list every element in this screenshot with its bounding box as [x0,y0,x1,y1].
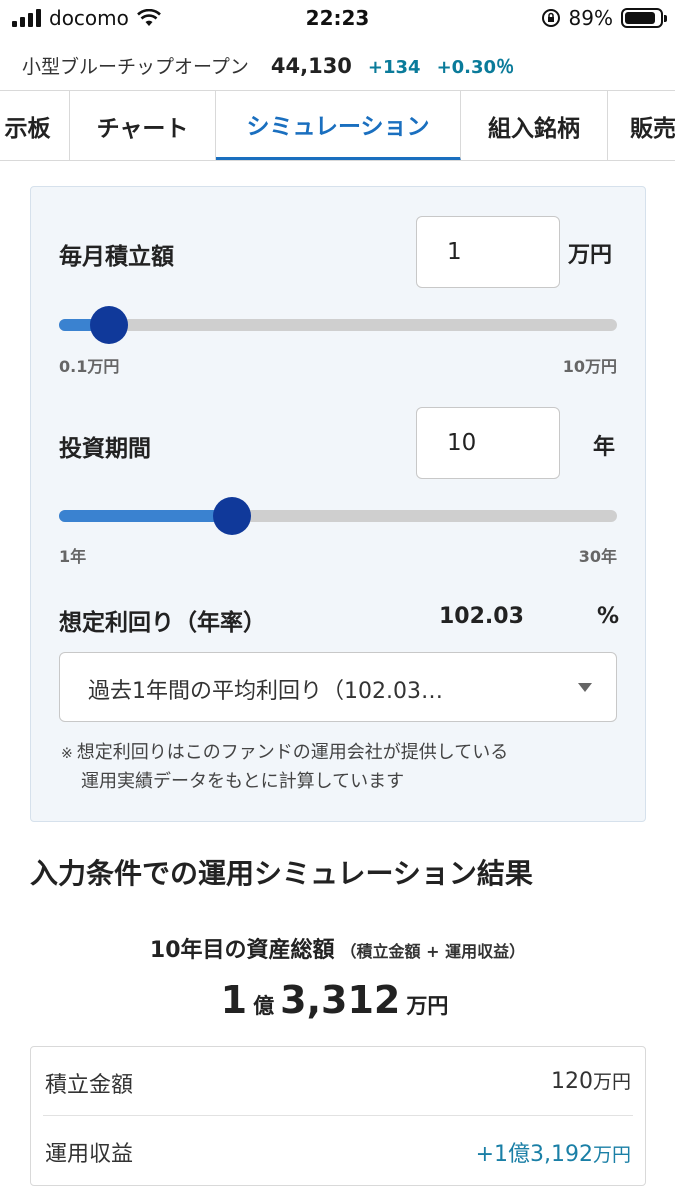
period-slider[interactable] [59,497,617,535]
result-heading: 入力条件での運用シミュレーション結果 [30,857,533,890]
status-bar: docomo 22:23 89% [0,0,675,40]
returns-unit: 万円 [592,1144,631,1166]
total-label: 10年目の資産総額 [149,938,335,963]
fund-name: 小型ブルーチップオープン [22,56,249,78]
total-man-value: 3,312 [280,978,401,1022]
principal-value-wrap: 120万円 [551,1067,631,1094]
returns-label: 運用収益 [45,1142,134,1167]
result-summary-table: 積立金額 120万円 運用収益 +1億3,192万円 [30,1046,646,1186]
monthly-min-label: 0.1万円 [59,357,120,376]
period-label: 投資期間 [59,436,151,462]
returns-value: +1億3,192 [475,1142,593,1167]
fund-change: +134 [367,57,421,78]
table-row: 運用収益 +1億3,192万円 [43,1115,633,1183]
table-row: 積立金額 120万円 [43,1047,633,1115]
period-max-label: 30年 [578,547,617,566]
returns-value-wrap: +1億3,192万円 [476,1136,631,1168]
monthly-label: 毎月積立額 [59,244,174,270]
total-man-unit: 万円 [406,994,449,1018]
total-label-line: 10年目の資産総額 （積立金額 + 運用収益） [0,932,675,964]
monthly-slider[interactable] [59,306,617,344]
tab-sales[interactable]: 販売 [608,91,675,160]
rate-value: 102.03 [439,604,524,629]
status-right: 89% [541,6,667,30]
chevron-down-icon [578,683,592,692]
monthly-max-label: 10万円 [562,357,617,376]
note-line-2: 運用実績データをもとに計算しています [81,771,405,792]
rate-label: 想定利回り（年率） [59,610,266,636]
period-unit: 年 [593,435,616,460]
monthly-slider-thumb[interactable] [90,306,129,344]
principal-unit: 万円 [592,1071,631,1093]
monthly-amount-input[interactable]: 1 [416,216,560,288]
rotation-lock-icon [541,9,560,27]
monthly-unit: 万円 [568,243,613,268]
fund-price: 44,130 [270,54,352,78]
principal-value: 120 [550,1069,593,1094]
note-mark: ※ [61,746,73,762]
tab-chart[interactable]: チャート [70,91,216,160]
principal-label: 積立金額 [45,1073,134,1098]
tab-board[interactable]: 示板 [0,91,70,160]
period-slider-thumb[interactable] [212,497,251,535]
total-sub-label: （積立金額 + 運用収益） [340,942,526,961]
battery-icon [621,8,667,28]
note-line-1: 想定利回りはこのファンドの運用会社が提供している [76,742,509,763]
battery-percent: 89% [568,6,613,30]
rate-unit: % [597,604,620,629]
period-input[interactable]: 10 [416,407,560,479]
tab-bar: 示板 チャート シミュレーション 組入銘柄 販売 [0,90,675,161]
rate-select[interactable]: 過去1年間の平均利回り（102.03… [59,652,617,722]
fund-summary: 小型ブルーチップオープン 44,130 +134 +0.30％ [22,52,514,79]
rate-note: ※ 想定利回りはこのファンドの運用会社が提供している 運用実績データをもとに計算し… [61,739,508,796]
total-value: 1 億 3,312 万円 [0,978,675,1022]
period-slider-fill [59,510,232,522]
period-min-label: 1年 [59,547,87,566]
fund-change-percent: +0.30％ [436,57,515,78]
total-oku-unit: 億 [253,994,275,1018]
total-oku-value: 1 [220,978,248,1022]
tab-simulation[interactable]: シミュレーション [216,91,461,160]
simulation-panel: 毎月積立額 1 万円 0.1万円 10万円 投資期間 10 年 1年 30年 想… [30,186,646,822]
tab-holdings[interactable]: 組入銘柄 [461,91,608,160]
rate-select-value: 過去1年間の平均利回り（102.03… [88,679,443,704]
